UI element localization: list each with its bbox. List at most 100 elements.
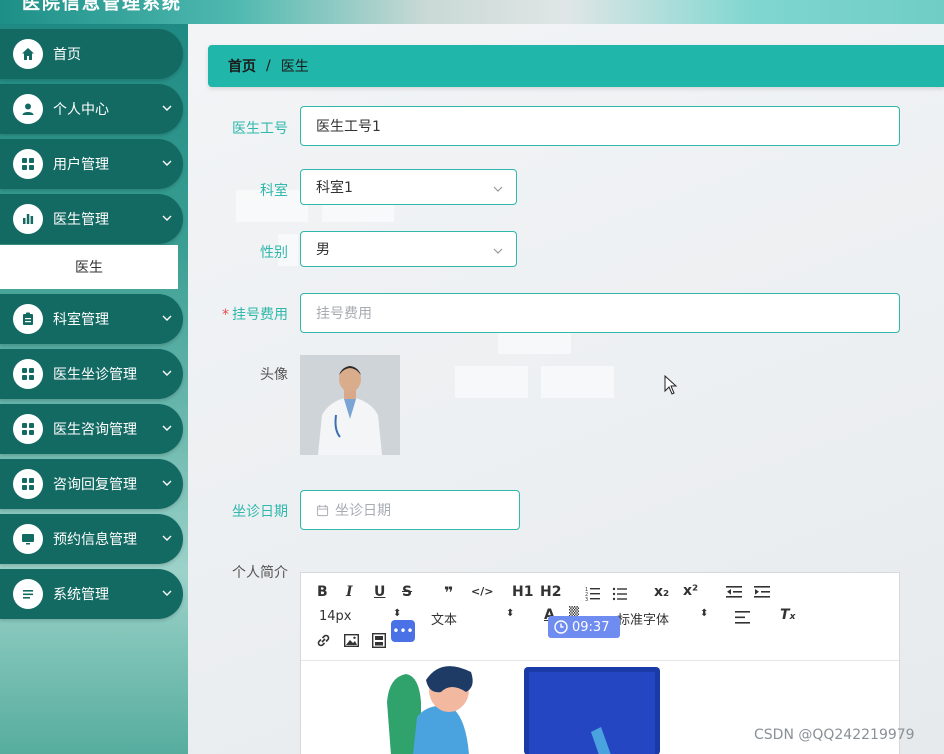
sidebar-item-label: 个人中心: [53, 102, 109, 118]
updown-arrow-icon: ⬍: [393, 608, 402, 619]
clock-icon: [554, 620, 568, 634]
watermark-text: CSDN @QQ242219979: [754, 727, 915, 743]
list-icon: [13, 579, 43, 609]
chevron-down-icon: [162, 535, 172, 541]
link-icon[interactable]: [316, 633, 331, 648]
fee-placeholder: 挂号费用: [316, 306, 372, 322]
chevron-down-icon: [162, 480, 172, 486]
bullet-list-icon[interactable]: [612, 585, 628, 601]
chevron-down-icon: [493, 186, 503, 192]
sidebar-subitem-doctor[interactable]: 医生: [0, 245, 178, 289]
top-header: 医院信息管理系统: [0, 0, 944, 24]
monitor-icon: [13, 524, 43, 554]
intro-label: 个人简介: [232, 565, 288, 581]
grid-icon: [13, 359, 43, 389]
video-icon[interactable]: [372, 633, 386, 648]
grid-icon: [13, 469, 43, 499]
chevron-down-icon: [162, 370, 172, 376]
quote-button[interactable]: ❞: [444, 583, 453, 602]
sidebar-item-label: 用户管理: [53, 157, 109, 173]
visit-date-picker[interactable]: 坐诊日期: [300, 490, 520, 530]
image-icon[interactable]: [344, 634, 359, 647]
sidebar-item-system-management[interactable]: 系统管理: [0, 569, 183, 619]
gender-select[interactable]: 男: [300, 231, 517, 267]
user-icon: [13, 94, 43, 124]
clipboard-icon: [13, 304, 43, 334]
code-button[interactable]: </>: [471, 585, 493, 598]
doctor-id-label: 医生工号: [232, 121, 288, 137]
calendar-icon: [316, 504, 329, 516]
h1-button[interactable]: H1: [512, 584, 533, 600]
fee-label-text: 挂号费用: [232, 307, 288, 323]
sidebar-item-label: 预约信息管理: [53, 532, 137, 548]
app-title: 医院信息管理系统: [22, 0, 182, 14]
font-family-select[interactable]: 标准字体: [617, 609, 669, 628]
doctor-id-value: 医生工号1: [316, 119, 381, 135]
ordered-list-icon[interactable]: 123: [585, 585, 601, 601]
sidebar-item-label: 医生咨询管理: [53, 422, 137, 438]
sidebar-item-doctor-consultation-management[interactable]: 医生咨询管理: [0, 404, 183, 454]
department-select[interactable]: 科室1: [300, 169, 517, 205]
mouse-cursor-icon: [664, 375, 678, 395]
home-icon: [13, 39, 43, 69]
time-badge: 09:37: [548, 616, 620, 638]
superscript-button[interactable]: x²: [683, 583, 698, 599]
chevron-down-icon: [162, 105, 172, 111]
block-type-select[interactable]: 文本: [431, 609, 457, 628]
chevron-down-icon: [162, 315, 172, 321]
sidebar-item-user-management[interactable]: 用户管理: [0, 139, 183, 189]
outdent-icon[interactable]: [726, 585, 742, 599]
sidebar-item-reply-management[interactable]: 咨询回复管理: [0, 459, 183, 509]
font-size-select[interactable]: 14px: [319, 609, 352, 624]
sidebar-item-doctor-schedule-management[interactable]: 医生坐诊管理: [0, 349, 183, 399]
strike-button[interactable]: S: [402, 584, 412, 600]
doctor-id-input[interactable]: 医生工号1: [300, 106, 900, 146]
align-left-icon[interactable]: [735, 611, 750, 624]
breadcrumb: 首页 / 医生: [208, 45, 944, 87]
time-value: 09:37: [572, 619, 610, 635]
chevron-down-icon: [493, 248, 503, 254]
required-mark: *: [222, 307, 229, 323]
grid-icon: [13, 414, 43, 444]
sidebar-item-label: 科室管理: [53, 312, 109, 328]
breadcrumb-separator: /: [266, 58, 271, 74]
chat-bubble-icon[interactable]: •••: [391, 620, 415, 642]
department-value: 科室1: [316, 180, 353, 196]
doctor-photo: [300, 355, 400, 455]
updown-arrow-icon: ⬍: [700, 608, 709, 619]
sidebar-item-personal-center[interactable]: 个人中心: [0, 84, 183, 134]
svg-text:3: 3: [585, 597, 588, 601]
gender-value: 男: [316, 242, 330, 258]
sidebar-item-home[interactable]: 首页: [0, 29, 183, 79]
breadcrumb-current: 医生: [280, 59, 309, 75]
subscript-button[interactable]: x₂: [654, 584, 669, 600]
visit-date-placeholder: 坐诊日期: [335, 503, 391, 519]
fee-input[interactable]: 挂号费用: [300, 293, 900, 333]
sidebar-item-label: 咨询回复管理: [53, 477, 137, 493]
sidebar-item-label: 系统管理: [53, 587, 109, 603]
updown-arrow-icon: ⬍: [506, 608, 515, 619]
sidebar-item-label: 首页: [53, 47, 81, 63]
avatar-label: 头像: [260, 367, 288, 383]
sidebar-item-label: 医生坐诊管理: [53, 367, 137, 383]
sidebar-item-doctor-management[interactable]: 医生管理: [0, 194, 183, 244]
h2-button[interactable]: H2: [540, 584, 561, 600]
sidebar-item-appointment-management[interactable]: 预约信息管理: [0, 514, 183, 564]
indent-icon[interactable]: [754, 585, 770, 599]
underline-button[interactable]: U: [374, 584, 385, 600]
chevron-down-icon: [162, 425, 172, 431]
sidebar-item-label: 医生管理: [53, 212, 109, 228]
faded-overlay: [455, 366, 528, 398]
clear-format-icon[interactable]: Tx: [780, 607, 795, 623]
fee-label: * 挂号费用: [208, 304, 288, 324]
grid-icon: [13, 149, 43, 179]
visit-date-label: 坐诊日期: [232, 504, 288, 520]
breadcrumb-home[interactable]: 首页: [228, 56, 256, 76]
avatar-image[interactable]: [300, 355, 400, 455]
faded-overlay: [541, 366, 614, 398]
bar-chart-icon: [13, 204, 43, 234]
sidebar-item-department-management[interactable]: 科室管理: [0, 294, 183, 344]
chevron-down-icon: [162, 590, 172, 596]
bold-button[interactable]: B: [317, 584, 328, 600]
italic-button[interactable]: I: [346, 584, 353, 600]
